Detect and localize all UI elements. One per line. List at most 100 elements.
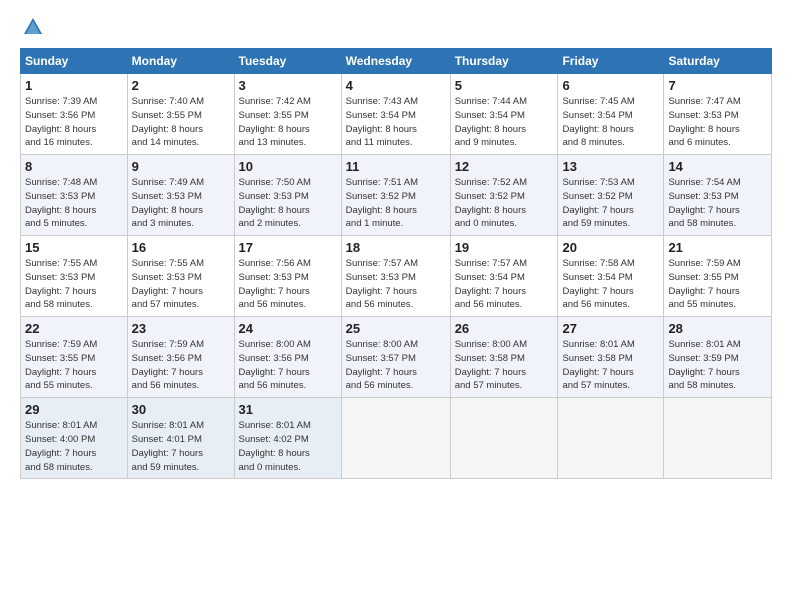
day-number: 22 <box>25 321 123 336</box>
day-info: Sunrise: 7:57 AM Sunset: 3:53 PM Dayligh… <box>346 257 446 312</box>
day-number: 1 <box>25 78 123 93</box>
day-number: 25 <box>346 321 446 336</box>
day-info: Sunrise: 7:55 AM Sunset: 3:53 PM Dayligh… <box>25 257 123 312</box>
day-info: Sunrise: 8:00 AM Sunset: 3:58 PM Dayligh… <box>455 338 554 393</box>
day-number: 31 <box>239 402 337 417</box>
day-number: 10 <box>239 159 337 174</box>
calendar-cell: 10 Sunrise: 7:50 AM Sunset: 3:53 PM Dayli… <box>234 155 341 236</box>
calendar-cell: 13 Sunrise: 7:53 AM Sunset: 3:52 PM Dayli… <box>558 155 664 236</box>
calendar-cell: 2 Sunrise: 7:40 AM Sunset: 3:55 PM Daylig… <box>127 74 234 155</box>
calendar-table: SundayMondayTuesdayWednesdayThursdayFrid… <box>20 48 772 479</box>
day-info: Sunrise: 7:50 AM Sunset: 3:53 PM Dayligh… <box>239 176 337 231</box>
calendar-cell: 28Sunrise: 8:01 AM Sunset: 3:59 PM Dayli… <box>664 317 772 398</box>
day-info: Sunrise: 7:53 AM Sunset: 3:52 PM Dayligh… <box>562 176 659 231</box>
calendar-cell: 26 Sunrise: 8:00 AM Sunset: 3:58 PM Dayli… <box>450 317 558 398</box>
day-info: Sunrise: 7:59 AM Sunset: 3:55 PM Dayligh… <box>668 257 767 312</box>
day-number: 27 <box>562 321 659 336</box>
calendar-cell: 9 Sunrise: 7:49 AM Sunset: 3:53 PM Daylig… <box>127 155 234 236</box>
day-number: 14 <box>668 159 767 174</box>
calendar-cell: 19 Sunrise: 7:57 AM Sunset: 3:54 PM Dayli… <box>450 236 558 317</box>
day-number: 29 <box>25 402 123 417</box>
calendar-cell: 21 Sunrise: 7:59 AM Sunset: 3:55 PM Dayli… <box>664 236 772 317</box>
day-number: 26 <box>455 321 554 336</box>
day-number: 7 <box>668 78 767 93</box>
day-info: Sunrise: 7:47 AM Sunset: 3:53 PM Dayligh… <box>668 95 767 150</box>
day-number: 9 <box>132 159 230 174</box>
calendar-cell: 15 Sunrise: 7:55 AM Sunset: 3:53 PM Dayli… <box>21 236 128 317</box>
day-info: Sunrise: 7:48 AM Sunset: 3:53 PM Dayligh… <box>25 176 123 231</box>
calendar-header-row: SundayMondayTuesdayWednesdayThursdayFrid… <box>21 49 772 74</box>
day-number: 8 <box>25 159 123 174</box>
day-number: 18 <box>346 240 446 255</box>
weekday-header: Sunday <box>21 49 128 74</box>
day-number: 19 <box>455 240 554 255</box>
day-info: Sunrise: 7:49 AM Sunset: 3:53 PM Dayligh… <box>132 176 230 231</box>
calendar-cell: 29Sunrise: 8:01 AM Sunset: 4:00 PM Dayli… <box>21 398 128 479</box>
calendar-cell: 5 Sunrise: 7:44 AM Sunset: 3:54 PM Daylig… <box>450 74 558 155</box>
day-info: Sunrise: 7:59 AM Sunset: 3:55 PM Dayligh… <box>25 338 123 393</box>
weekday-header: Thursday <box>450 49 558 74</box>
calendar-cell: 11Sunrise: 7:51 AM Sunset: 3:52 PM Dayli… <box>341 155 450 236</box>
weekday-header: Wednesday <box>341 49 450 74</box>
calendar-cell: 3Sunrise: 7:42 AM Sunset: 3:55 PM Daylig… <box>234 74 341 155</box>
day-number: 20 <box>562 240 659 255</box>
calendar-cell: 23 Sunrise: 7:59 AM Sunset: 3:56 PM Dayli… <box>127 317 234 398</box>
calendar-cell: 4 Sunrise: 7:43 AM Sunset: 3:54 PM Daylig… <box>341 74 450 155</box>
calendar-week-row: 29Sunrise: 8:01 AM Sunset: 4:00 PM Dayli… <box>21 398 772 479</box>
day-info: Sunrise: 7:45 AM Sunset: 3:54 PM Dayligh… <box>562 95 659 150</box>
day-number: 21 <box>668 240 767 255</box>
calendar-cell <box>664 398 772 479</box>
day-info: Sunrise: 7:54 AM Sunset: 3:53 PM Dayligh… <box>668 176 767 231</box>
calendar-cell <box>558 398 664 479</box>
calendar-week-row: 22 Sunrise: 7:59 AM Sunset: 3:55 PM Dayli… <box>21 317 772 398</box>
calendar-cell <box>450 398 558 479</box>
day-number: 15 <box>25 240 123 255</box>
calendar-cell: 6 Sunrise: 7:45 AM Sunset: 3:54 PM Daylig… <box>558 74 664 155</box>
day-info: Sunrise: 7:40 AM Sunset: 3:55 PM Dayligh… <box>132 95 230 150</box>
day-number: 13 <box>562 159 659 174</box>
day-number: 17 <box>239 240 337 255</box>
day-number: 3 <box>239 78 337 93</box>
calendar-cell: 1 Sunrise: 7:39 AM Sunset: 3:56 PM Daylig… <box>21 74 128 155</box>
day-number: 12 <box>455 159 554 174</box>
logo-icon <box>22 16 44 38</box>
calendar-cell: 31Sunrise: 8:01 AM Sunset: 4:02 PM Dayli… <box>234 398 341 479</box>
calendar-cell: 20Sunrise: 7:58 AM Sunset: 3:54 PM Dayli… <box>558 236 664 317</box>
day-number: 2 <box>132 78 230 93</box>
weekday-header: Friday <box>558 49 664 74</box>
calendar-cell: 7 Sunrise: 7:47 AM Sunset: 3:53 PM Daylig… <box>664 74 772 155</box>
calendar-cell: 8 Sunrise: 7:48 AM Sunset: 3:53 PM Daylig… <box>21 155 128 236</box>
calendar-cell: 27 Sunrise: 8:01 AM Sunset: 3:58 PM Dayli… <box>558 317 664 398</box>
day-info: Sunrise: 7:51 AM Sunset: 3:52 PM Dayligh… <box>346 176 446 231</box>
calendar-cell: 22 Sunrise: 7:59 AM Sunset: 3:55 PM Dayli… <box>21 317 128 398</box>
calendar-cell: 24Sunrise: 8:00 AM Sunset: 3:56 PM Dayli… <box>234 317 341 398</box>
calendar-week-row: 1 Sunrise: 7:39 AM Sunset: 3:56 PM Daylig… <box>21 74 772 155</box>
weekday-header: Monday <box>127 49 234 74</box>
calendar-cell: 30Sunrise: 8:01 AM Sunset: 4:01 PM Dayli… <box>127 398 234 479</box>
calendar-cell: 18 Sunrise: 7:57 AM Sunset: 3:53 PM Dayli… <box>341 236 450 317</box>
day-number: 16 <box>132 240 230 255</box>
day-info: Sunrise: 7:39 AM Sunset: 3:56 PM Dayligh… <box>25 95 123 150</box>
header <box>20 16 772 38</box>
day-info: Sunrise: 8:01 AM Sunset: 3:58 PM Dayligh… <box>562 338 659 393</box>
day-number: 6 <box>562 78 659 93</box>
day-info: Sunrise: 7:43 AM Sunset: 3:54 PM Dayligh… <box>346 95 446 150</box>
day-info: Sunrise: 7:59 AM Sunset: 3:56 PM Dayligh… <box>132 338 230 393</box>
calendar-cell: 14 Sunrise: 7:54 AM Sunset: 3:53 PM Dayli… <box>664 155 772 236</box>
logo <box>20 16 44 38</box>
day-number: 5 <box>455 78 554 93</box>
day-info: Sunrise: 7:44 AM Sunset: 3:54 PM Dayligh… <box>455 95 554 150</box>
page: SundayMondayTuesdayWednesdayThursdayFrid… <box>0 0 792 612</box>
calendar-cell: 17Sunrise: 7:56 AM Sunset: 3:53 PM Dayli… <box>234 236 341 317</box>
calendar-week-row: 8 Sunrise: 7:48 AM Sunset: 3:53 PM Daylig… <box>21 155 772 236</box>
day-number: 28 <box>668 321 767 336</box>
calendar-cell: 25 Sunrise: 8:00 AM Sunset: 3:57 PM Dayli… <box>341 317 450 398</box>
day-info: Sunrise: 8:00 AM Sunset: 3:57 PM Dayligh… <box>346 338 446 393</box>
weekday-header: Saturday <box>664 49 772 74</box>
day-number: 23 <box>132 321 230 336</box>
day-number: 4 <box>346 78 446 93</box>
day-number: 30 <box>132 402 230 417</box>
calendar-cell <box>341 398 450 479</box>
day-info: Sunrise: 7:57 AM Sunset: 3:54 PM Dayligh… <box>455 257 554 312</box>
day-info: Sunrise: 7:52 AM Sunset: 3:52 PM Dayligh… <box>455 176 554 231</box>
